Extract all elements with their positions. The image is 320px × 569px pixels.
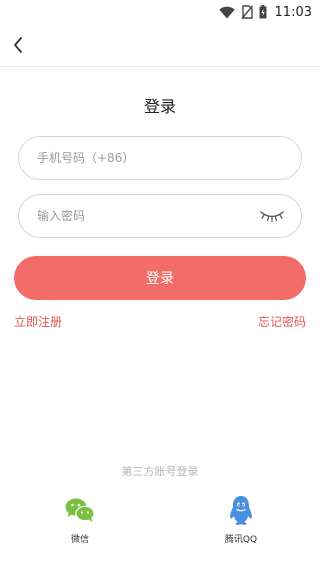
chevron-left-icon xyxy=(14,37,22,53)
qq-label: 腾讯QQ xyxy=(224,535,258,545)
no-sim-icon xyxy=(240,5,253,19)
qq-login-button[interactable]: 腾讯QQ xyxy=(211,494,271,545)
login-page: 11:03 登录 登录 立即注册 忘记密码 第三方账号登录 xyxy=(0,0,320,569)
wechat-icon xyxy=(64,494,96,526)
wechat-login-button[interactable]: 微信 xyxy=(50,494,110,545)
wifi-icon xyxy=(218,6,235,18)
third-party-login-label: 第三方账号登录 xyxy=(121,465,199,478)
nav-bar xyxy=(0,24,320,67)
login-button[interactable]: 登录 xyxy=(14,256,306,300)
phone-field xyxy=(18,136,302,180)
password-input[interactable] xyxy=(37,195,257,237)
battery-icon xyxy=(259,5,267,19)
status-bar: 11:03 xyxy=(0,0,320,24)
register-link[interactable]: 立即注册 xyxy=(14,313,62,330)
password-visibility-toggle[interactable] xyxy=(259,207,285,225)
forgot-password-link[interactable]: 忘记密码 xyxy=(258,313,306,330)
back-button[interactable] xyxy=(4,30,32,60)
eye-closed-icon xyxy=(260,211,284,222)
password-field xyxy=(18,194,302,238)
phone-input[interactable] xyxy=(37,137,257,179)
qq-icon xyxy=(225,494,257,526)
status-time: 11:03 xyxy=(274,4,312,20)
page-title: 登录 xyxy=(143,97,176,116)
wechat-label: 微信 xyxy=(70,535,89,545)
status-icons: 11:03 xyxy=(218,3,312,21)
